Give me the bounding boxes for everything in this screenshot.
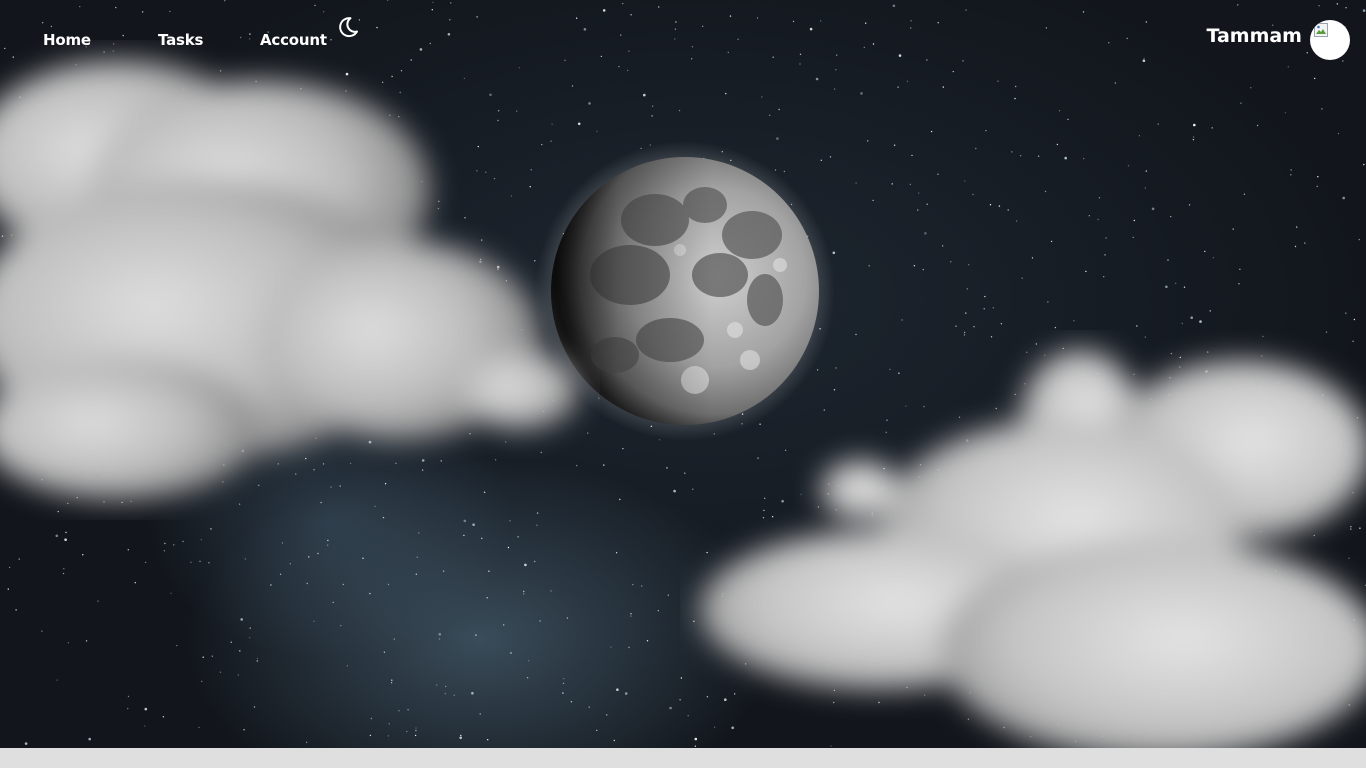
left-cloud-image (0, 60, 580, 500)
night-sky-background (0, 0, 1366, 748)
nav-link-account[interactable]: Account (260, 31, 327, 49)
broken-image-icon (1314, 23, 1328, 37)
nav-link-home[interactable]: Home (43, 31, 91, 49)
crescent-moon-icon[interactable] (336, 15, 360, 39)
page-footer-strip (0, 748, 1366, 768)
nav-link-tasks[interactable]: Tasks (158, 31, 203, 49)
avatar[interactable] (1310, 20, 1350, 60)
user-name: Tammam (1206, 25, 1302, 47)
right-cloud-image (700, 350, 1366, 748)
top-navigation: Home Tasks Account Tammam (0, 0, 1366, 80)
